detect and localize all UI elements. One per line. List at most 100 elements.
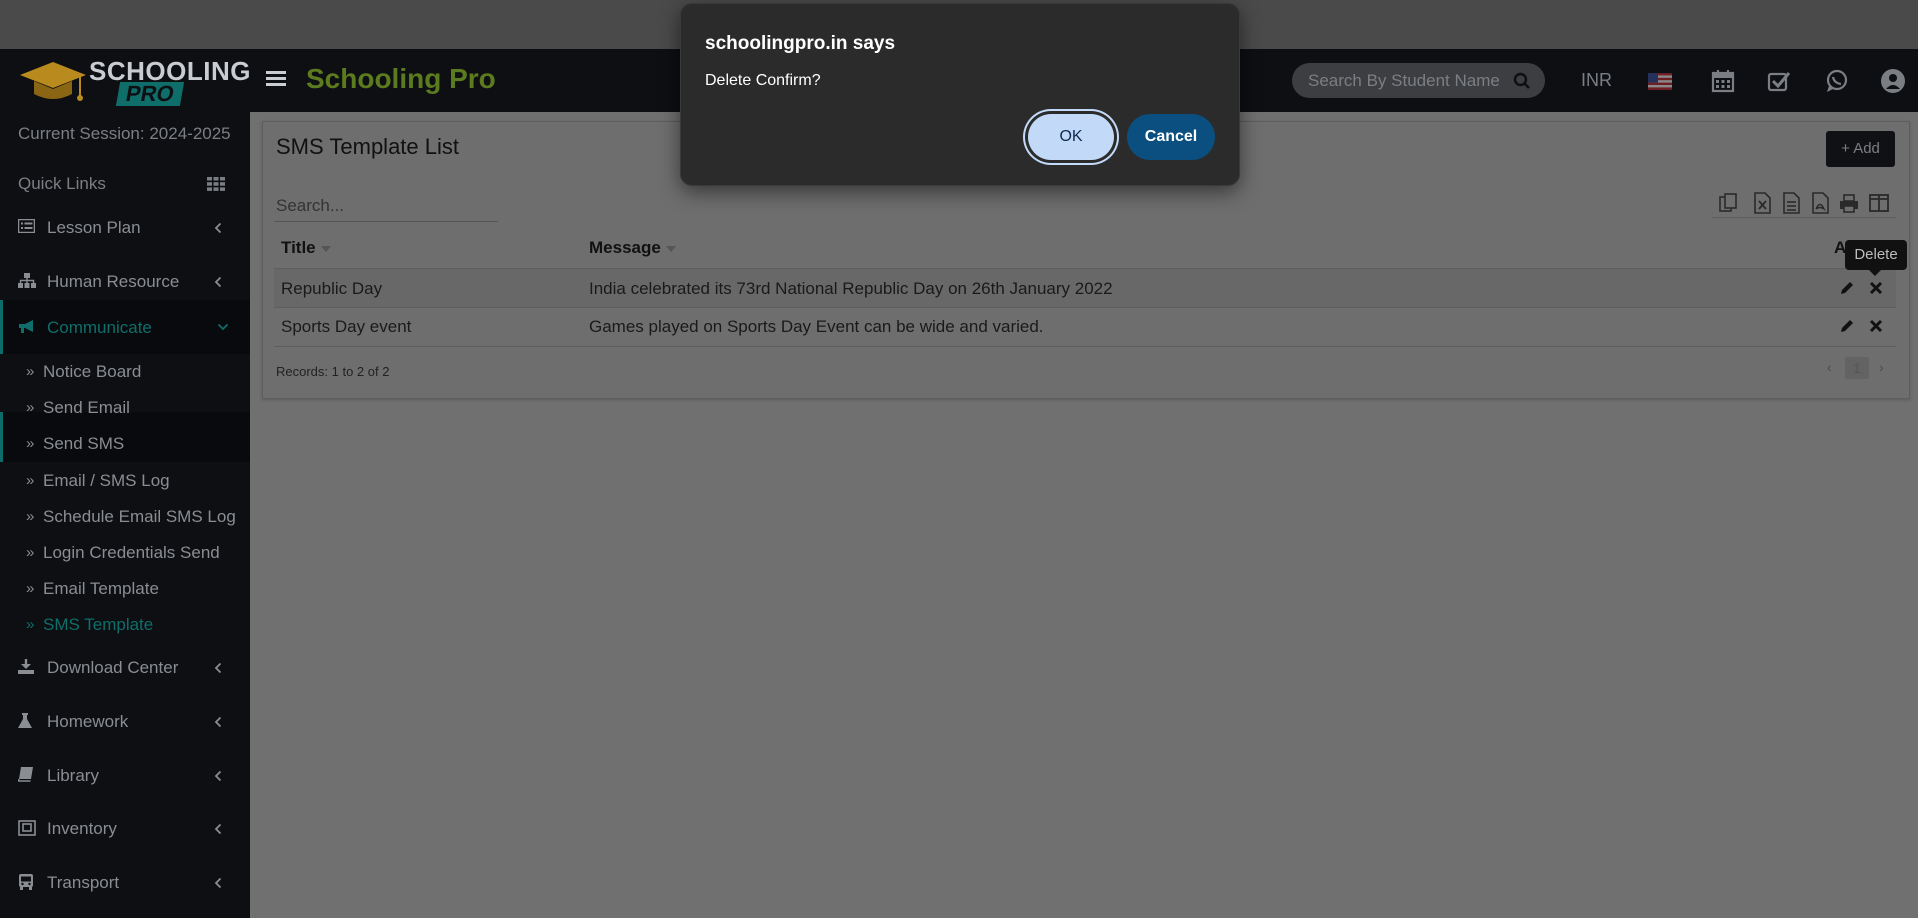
sidebar-item-schedule-email-sms-log[interactable]: » Schedule Email SMS Log: [0, 499, 250, 533]
submenu-label: Email / SMS Log: [43, 471, 170, 490]
double-chevron-right-icon: »: [26, 544, 35, 561]
submenu-label: Send Email: [43, 398, 130, 417]
records-count: Records: 1 to 2 of 2: [276, 364, 390, 379]
sidebar-item-send-email[interactable]: » Send Email: [0, 390, 250, 424]
sidebar-item-email-template[interactable]: » Email Template: [0, 571, 250, 605]
prev-page-icon[interactable]: ‹: [1827, 359, 1832, 375]
book-icon: [18, 767, 33, 782]
cancel-button[interactable]: Cancel: [1127, 114, 1215, 160]
sidebar-item-notice-board[interactable]: » Notice Board: [0, 354, 250, 388]
print-icon[interactable]: [1839, 192, 1859, 214]
confirm-dialog: schoolingpro.in says Delete Confirm? OK …: [680, 3, 1240, 186]
bus-icon: [19, 874, 33, 890]
chevron-left-icon: [214, 276, 222, 288]
csv-icon[interactable]: [1781, 192, 1801, 214]
chevron-left-icon: [214, 222, 222, 234]
double-chevron-right-icon: »: [26, 399, 35, 416]
sidebar-item-inventory[interactable]: Inventory: [0, 805, 250, 855]
sidebar-lower: Download Center Homework Library Invento…: [0, 644, 250, 918]
columns-icon[interactable]: [1869, 192, 1889, 214]
sitemap-icon: [18, 273, 36, 288]
graduation-cap-icon: [20, 62, 86, 101]
submenu-label: Schedule Email SMS Log: [43, 507, 236, 526]
delete-x-icon[interactable]: [1866, 316, 1886, 336]
row-message: Games played on Sports Day Event can be …: [589, 317, 1044, 336]
download-icon: [18, 659, 34, 674]
double-chevron-right-icon: »: [26, 616, 35, 633]
dialog-message: Delete Confirm?: [705, 72, 821, 89]
sidebar-item-communicate-active[interactable]: Communicate: [0, 300, 250, 354]
app-title: Schooling Pro: [306, 63, 496, 94]
sidebar-item-homework[interactable]: Homework: [0, 698, 250, 748]
dialog-title: schoolingpro.in says: [705, 33, 896, 54]
task-checkbox-icon[interactable]: [1766, 68, 1792, 94]
student-search-input[interactable]: [1306, 69, 1510, 93]
sidebar-item-label: Download Center: [47, 658, 179, 677]
table-row[interactable]: Republic Day India celebrated its 73rd N…: [274, 269, 1896, 307]
delete-x-icon[interactable]: [1866, 278, 1886, 298]
chevron-left-icon: [214, 823, 222, 835]
sidebar-item-download-center[interactable]: Download Center: [0, 644, 250, 694]
double-chevron-right-icon: »: [26, 363, 35, 380]
megaphone-icon: [19, 320, 33, 333]
sidebar-item-lesson-plan[interactable]: Lesson Plan: [0, 204, 250, 254]
submenu-label: Send SMS: [43, 434, 125, 453]
sidebar-item-label: Communicate: [47, 318, 152, 337]
ok-button[interactable]: OK: [1028, 114, 1114, 160]
page-number[interactable]: 1: [1845, 357, 1869, 379]
grid-icon[interactable]: [207, 177, 225, 191]
double-chevron-right-icon: »: [26, 508, 35, 525]
copy-icon[interactable]: [1718, 192, 1738, 214]
delete-tooltip: Delete: [1845, 240, 1907, 276]
excel-icon[interactable]: [1752, 192, 1772, 214]
sidebar-item-transport[interactable]: Transport: [0, 859, 250, 909]
search-icon[interactable]: [1513, 72, 1531, 90]
column-header-message[interactable]: Message: [589, 238, 676, 258]
sidebar-item-sms-template[interactable]: » SMS Template: [0, 607, 250, 641]
row-message: India celebrated its 73rd National Repub…: [589, 279, 1113, 298]
table-search-input[interactable]: [274, 191, 498, 222]
communicate-submenu: » Notice Board » Send Email » Send SMS » Ema…: [0, 354, 250, 644]
sidebar-item-label: Human Resource: [47, 272, 180, 291]
table-row[interactable]: Sports Day event Games played on Sports …: [274, 307, 1896, 345]
sidebar-item-library[interactable]: Library: [0, 752, 250, 802]
page-title: SMS Template List: [276, 134, 460, 159]
chevron-left-icon: [214, 662, 222, 674]
add-button[interactable]: + Add: [1826, 131, 1895, 167]
edit-pencil-icon[interactable]: [1837, 278, 1857, 298]
pdf-icon[interactable]: [1810, 192, 1830, 214]
inventory-icon: [18, 820, 36, 836]
flask-icon: [18, 713, 32, 728]
row-title: Sports Day event: [281, 317, 412, 336]
list-icon: [18, 219, 35, 233]
sidebar-item-send-sms[interactable]: » Send SMS: [0, 426, 250, 460]
submenu-label: Notice Board: [43, 362, 142, 381]
us-flag-icon[interactable]: [1648, 73, 1672, 90]
currency-selector[interactable]: INR: [1581, 70, 1612, 91]
sidebar-item-email-sms-log[interactable]: » Email / SMS Log: [0, 463, 250, 497]
next-page-icon[interactable]: ›: [1879, 359, 1884, 375]
chevron-left-icon: [214, 877, 222, 889]
sidebar-item-label: Homework: [47, 712, 129, 731]
calendar-icon[interactable]: [1710, 68, 1736, 94]
hamburger-menu-icon[interactable]: [266, 68, 286, 92]
quick-links-label[interactable]: Quick Links: [18, 174, 106, 194]
user-avatar-icon[interactable]: [1880, 68, 1906, 94]
whatsapp-icon[interactable]: [1824, 68, 1850, 94]
chevron-down-icon: [217, 323, 229, 331]
sidebar-item-label: Lesson Plan: [47, 218, 141, 237]
sort-down-icon: [320, 245, 331, 252]
double-chevron-right-icon: »: [26, 435, 35, 452]
sidebar-item-label: Transport: [47, 873, 120, 892]
school-logo[interactable]: SCHOOLING PRO: [18, 56, 250, 108]
sort-down-icon: [665, 245, 676, 252]
edit-pencil-icon[interactable]: [1837, 316, 1857, 336]
toolbar-divider: [1712, 217, 1896, 218]
row-title: Republic Day: [281, 279, 383, 298]
sidebar-item-login-credentials-send[interactable]: » Login Credentials Send: [0, 535, 250, 569]
column-header-title[interactable]: Title: [281, 238, 331, 258]
sidebar-item-label: Inventory: [47, 819, 117, 838]
double-chevron-right-icon: »: [26, 580, 35, 597]
submenu-label: Login Credentials Send: [43, 543, 220, 562]
submenu-label: SMS Template: [43, 615, 154, 634]
